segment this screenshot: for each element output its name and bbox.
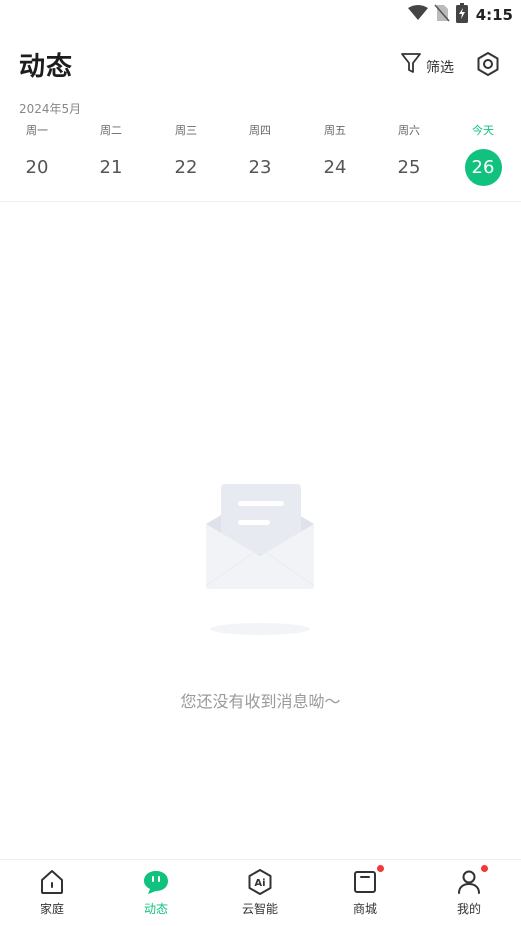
empty-message: 您还没有收到消息呦～	[180, 692, 341, 711]
weekday-label: 周二	[100, 124, 122, 137]
day-number: 22	[174, 157, 198, 178]
no-sim-icon	[434, 4, 450, 26]
day-number: 25	[397, 157, 421, 178]
weekday-label: 周四	[249, 124, 271, 137]
home-icon	[38, 868, 66, 896]
page-title: 动态	[19, 52, 74, 82]
bottom-nav: 家庭 动态 Ai 云智能 商城 我的	[0, 859, 521, 926]
settings-button[interactable]	[474, 50, 502, 78]
day-monday[interactable]: 周一 20	[12, 122, 62, 186]
filter-icon	[400, 51, 422, 79]
day-friday[interactable]: 周五 24	[310, 122, 360, 186]
wifi-icon	[407, 5, 428, 25]
divider	[0, 201, 521, 202]
day-thursday[interactable]: 周四 23	[235, 122, 285, 186]
day-saturday[interactable]: 周六 25	[384, 122, 434, 186]
status-bar: 4:15	[0, 0, 521, 30]
filter-label: 筛选	[426, 60, 454, 76]
message-icon	[142, 868, 170, 896]
status-icons: 4:15	[407, 3, 513, 27]
nav-feed[interactable]: 动态	[116, 868, 196, 917]
nav-profile[interactable]: 我的	[429, 865, 509, 917]
notification-badge	[481, 865, 488, 872]
day-number-today: 26	[464, 149, 502, 186]
store-icon	[351, 865, 384, 896]
notification-badge	[377, 865, 384, 872]
nav-store[interactable]: 商城	[325, 865, 405, 917]
weekday-label: 周六	[398, 124, 420, 137]
weekday-label-today: 今天	[472, 124, 494, 137]
status-time: 4:15	[475, 6, 513, 24]
day-number: 24	[323, 157, 347, 178]
battery-charging-icon	[455, 3, 468, 27]
weekday-label: 周三	[175, 124, 197, 137]
day-number: 21	[99, 157, 123, 178]
ai-hexagon-icon: Ai	[246, 868, 274, 896]
header: 动态 筛选	[0, 40, 521, 90]
weekday-label: 周五	[324, 124, 346, 137]
day-number: 23	[248, 157, 272, 178]
day-number: 20	[25, 157, 49, 178]
svg-text:Ai: Ai	[254, 878, 265, 889]
nav-label: 我的	[456, 902, 481, 916]
settings-icon	[474, 52, 502, 82]
filter-button[interactable]: 筛选	[400, 50, 454, 80]
week-strip: 周一 20 周二 21 周三 22 周四 23 周五 24 周六 25 今天 2…	[0, 122, 521, 192]
nav-home[interactable]: 家庭	[12, 868, 92, 917]
nav-label: 商城	[352, 902, 377, 916]
day-wednesday[interactable]: 周三 22	[161, 122, 211, 186]
day-today[interactable]: 今天 26	[458, 122, 508, 186]
nav-label-active: 动态	[143, 902, 168, 916]
nav-label: 云智能	[241, 902, 278, 916]
month-label: 2024年5月	[19, 102, 82, 116]
nav-label: 家庭	[39, 902, 64, 916]
envelope-illustration	[196, 478, 326, 638]
weekday-label: 周一	[26, 124, 48, 137]
nav-cloud-ai[interactable]: Ai 云智能	[220, 868, 300, 917]
profile-icon	[455, 865, 488, 896]
day-tuesday[interactable]: 周二 21	[86, 122, 136, 186]
